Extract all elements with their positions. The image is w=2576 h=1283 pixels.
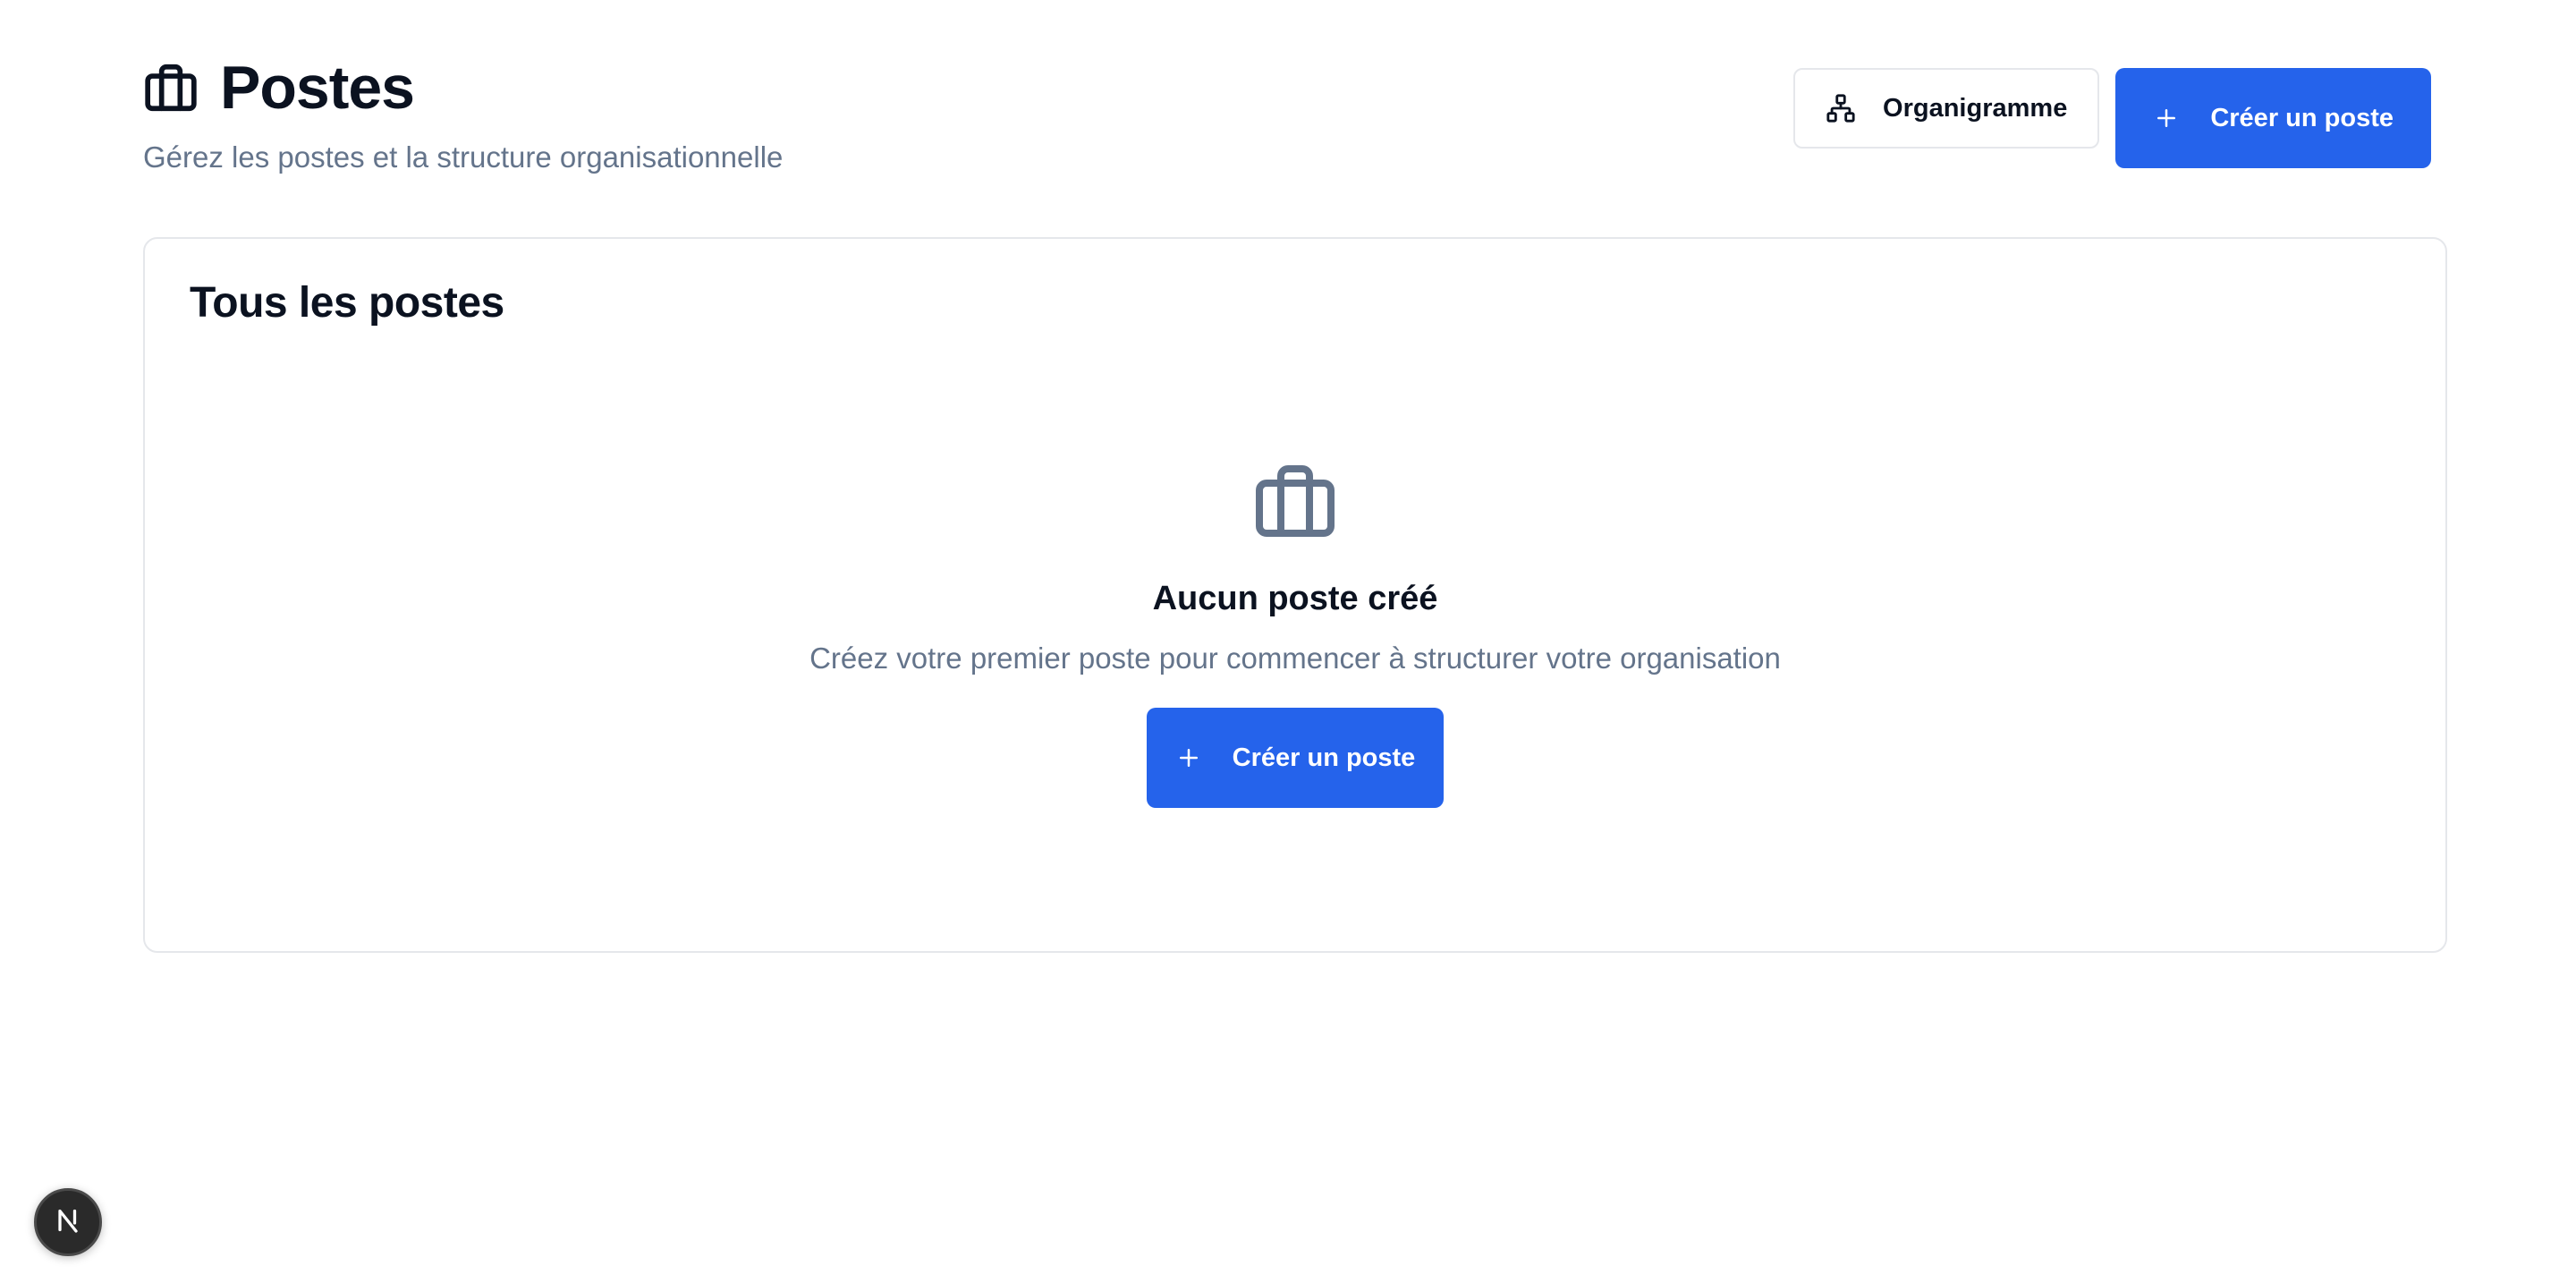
create-position-button-label: Créer un poste bbox=[2210, 103, 2394, 132]
nextjs-icon bbox=[52, 1204, 84, 1241]
org-chart-button-label: Organigramme bbox=[1883, 93, 2068, 123]
empty-state-description: Créez votre premier poste pour commencer… bbox=[809, 642, 1781, 675]
plus-icon bbox=[2153, 105, 2180, 132]
empty-state-create-button[interactable]: Créer un poste bbox=[1146, 708, 1445, 808]
nextjs-dev-badge[interactable] bbox=[34, 1188, 102, 1256]
org-chart-icon bbox=[1826, 93, 1856, 123]
create-position-button[interactable]: Créer un poste bbox=[2115, 68, 2431, 168]
page-title: Postes bbox=[220, 54, 415, 122]
org-chart-button[interactable]: Organigramme bbox=[1793, 68, 2100, 149]
briefcase-icon bbox=[1252, 458, 1338, 544]
positions-card: Tous les postes Aucun poste créé Créez v… bbox=[143, 237, 2447, 953]
card-title: Tous les postes bbox=[190, 279, 504, 327]
page: Postes Gérez les postes et la structure … bbox=[0, 0, 2576, 1283]
briefcase-icon bbox=[143, 60, 199, 115]
plus-icon bbox=[1175, 744, 1202, 771]
page-subtitle: Gérez les postes et la structure organis… bbox=[143, 140, 784, 174]
title-row: Postes bbox=[143, 54, 415, 122]
empty-state-title: Aucun poste créé bbox=[1152, 580, 1438, 617]
empty-state: Aucun poste créé Créez votre premier pos… bbox=[145, 458, 2445, 808]
page-header: Postes Gérez les postes et la structure … bbox=[143, 54, 2431, 179]
empty-state-create-button-label: Créer un poste bbox=[1232, 743, 1416, 772]
header-actions: Organigramme Créer un poste bbox=[1793, 68, 2431, 168]
